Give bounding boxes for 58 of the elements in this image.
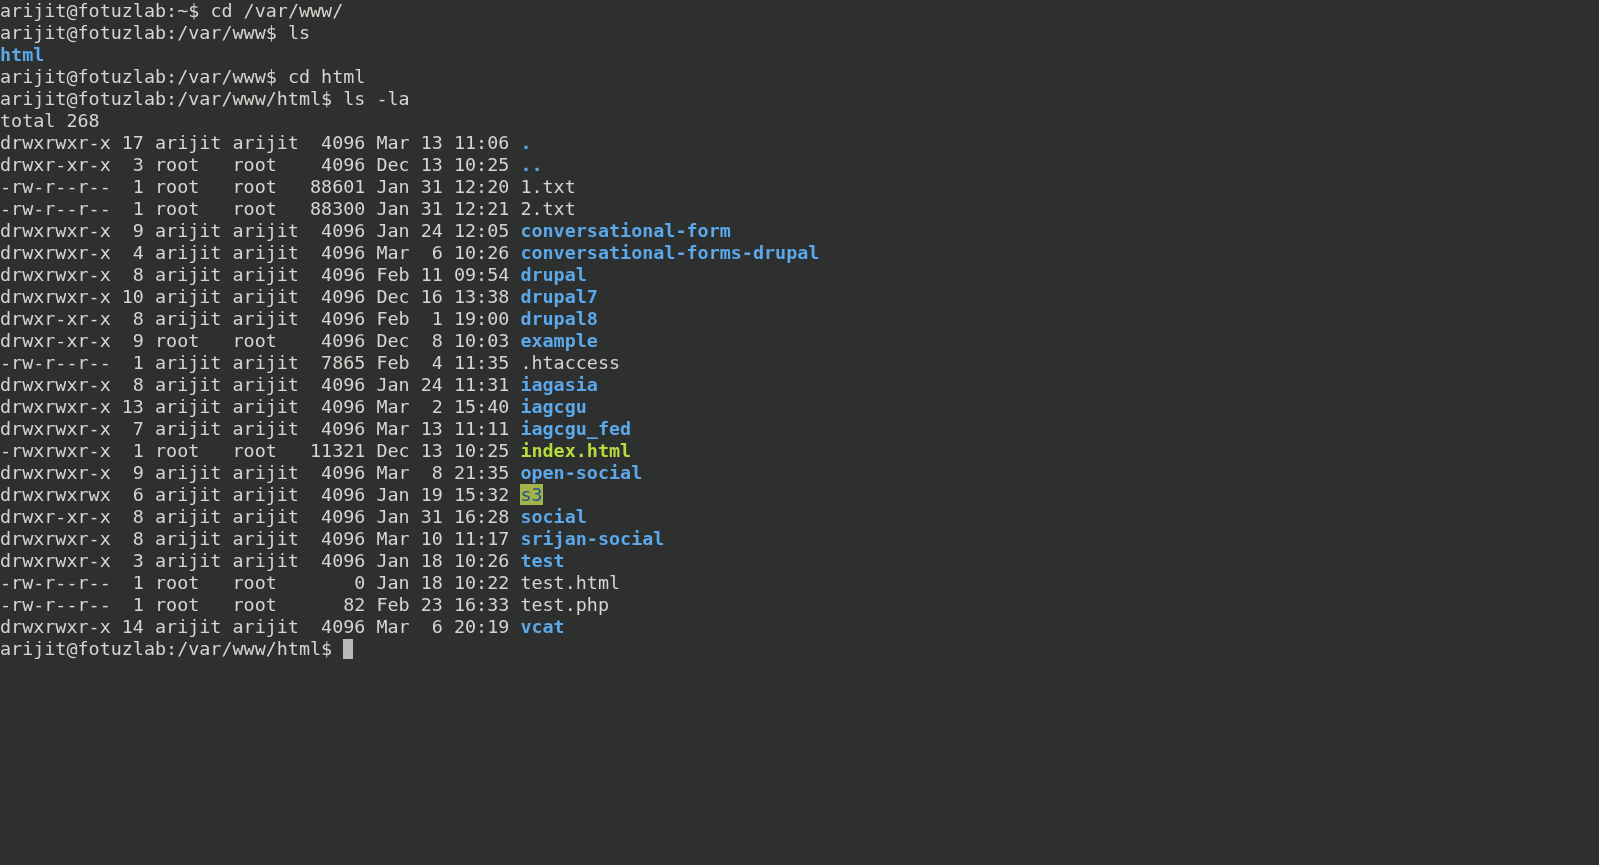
- file-info: drwxrwxr-x 3 arijit arijit 4096 Jan 18 10:26: [0, 550, 510, 571]
- file-name: s3: [520, 484, 543, 505]
- file-name: srijan-social: [520, 528, 665, 549]
- file-info: drwxrwxr-x 13 arijit arijit 4096 Mar 2 15:40: [0, 396, 510, 417]
- file-name: test.html: [520, 572, 621, 593]
- file-info: drwxrwxr-x 8 arijit arijit 4096 Mar 10 11:17: [0, 528, 510, 549]
- file-info: drwxrwxr-x 14 arijit arijit 4096 Mar 6 20:19: [0, 616, 510, 637]
- file-info: drwxr-xr-x 8 arijit arijit 4096 Jan 31 16:28: [0, 506, 510, 527]
- file-name: iagcgu_fed: [520, 418, 632, 439]
- file-info: -rw-r--r-- 1 root root 82 Feb 23 16:33: [0, 594, 510, 615]
- file-name: conversational-form: [520, 220, 731, 241]
- shell-prompt: arijit@fotuzlab:/var/www$: [0, 22, 277, 43]
- file-name: html: [0, 44, 45, 65]
- shell-command: cd /var/www/: [210, 0, 344, 21]
- file-info: drwxrwxr-x 4 arijit arijit 4096 Mar 6 10:26: [0, 242, 510, 263]
- file-name: iagcgu: [520, 396, 587, 417]
- file-info: drwxrwxr-x 8 arijit arijit 4096 Jan 24 11:31: [0, 374, 510, 395]
- file-name: vcat: [520, 616, 565, 637]
- shell-prompt: arijit@fotuzlab:/var/www/html$: [0, 88, 333, 109]
- shell-prompt: arijit@fotuzlab:~$: [0, 0, 200, 21]
- file-name: conversational-forms-drupal: [520, 242, 820, 263]
- shell-command: ls: [287, 22, 311, 43]
- file-info: drwxr-xr-x 3 root root 4096 Dec 13 10:25: [0, 154, 510, 175]
- file-info: drwxr-xr-x 9 root root 4096 Dec 8 10:03: [0, 330, 510, 351]
- file-info: -rwxrwxr-x 1 root root 11321 Dec 13 10:25: [0, 440, 510, 461]
- text-cursor: [343, 639, 354, 659]
- file-info: -rw-r--r-- 1 arijit arijit 7865 Feb 4 11:35: [0, 352, 510, 373]
- file-info: drwxrwxr-x 7 arijit arijit 4096 Mar 13 11:11: [0, 418, 510, 439]
- file-info: -rw-r--r-- 1 root root 88300 Jan 31 12:21: [0, 198, 510, 219]
- shell-prompt: arijit@fotuzlab:/var/www$: [0, 66, 277, 87]
- file-name: iagasia: [520, 374, 598, 395]
- file-name: test.php: [520, 594, 609, 615]
- file-info: drwxrwxr-x 8 arijit arijit 4096 Feb 11 09:54: [0, 264, 510, 285]
- file-info: drwxrwxr-x 10 arijit arijit 4096 Dec 16 13:38: [0, 286, 510, 307]
- file-name: .: [520, 132, 532, 153]
- output-line: total 268: [0, 110, 100, 131]
- file-name: ..: [520, 154, 543, 175]
- file-info: -rw-r--r-- 1 root root 0 Jan 18 10:22: [0, 572, 510, 593]
- file-name: social: [520, 506, 587, 527]
- file-name: 1.txt: [520, 176, 576, 197]
- shell-command: cd html: [287, 66, 366, 87]
- file-name: drupal: [520, 264, 587, 285]
- file-info: drwxrwxr-x 9 arijit arijit 4096 Jan 24 12:05: [0, 220, 510, 241]
- file-name: drupal8: [520, 308, 598, 329]
- file-name: test: [520, 550, 565, 571]
- file-name: open-social: [520, 462, 643, 483]
- file-info: drwxr-xr-x 8 arijit arijit 4096 Feb 1 19:00: [0, 308, 510, 329]
- file-name: .htaccess: [520, 352, 621, 373]
- file-info: -rw-r--r-- 1 root root 88601 Jan 31 12:20: [0, 176, 510, 197]
- file-info: drwxrwxr-x 9 arijit arijit 4096 Mar 8 21:35: [0, 462, 510, 483]
- file-name: example: [520, 330, 598, 351]
- file-name: index.html: [520, 440, 632, 461]
- shell-prompt: arijit@fotuzlab:/var/www/html$: [0, 638, 333, 659]
- file-name: drupal7: [520, 286, 598, 307]
- file-info: drwxrwxr-x 17 arijit arijit 4096 Mar 13 11:06: [0, 132, 510, 153]
- file-info: drwxrwxrwx 6 arijit arijit 4096 Jan 19 15:32: [0, 484, 510, 505]
- file-name: 2.txt: [520, 198, 576, 219]
- shell-command: ls -la: [343, 88, 410, 109]
